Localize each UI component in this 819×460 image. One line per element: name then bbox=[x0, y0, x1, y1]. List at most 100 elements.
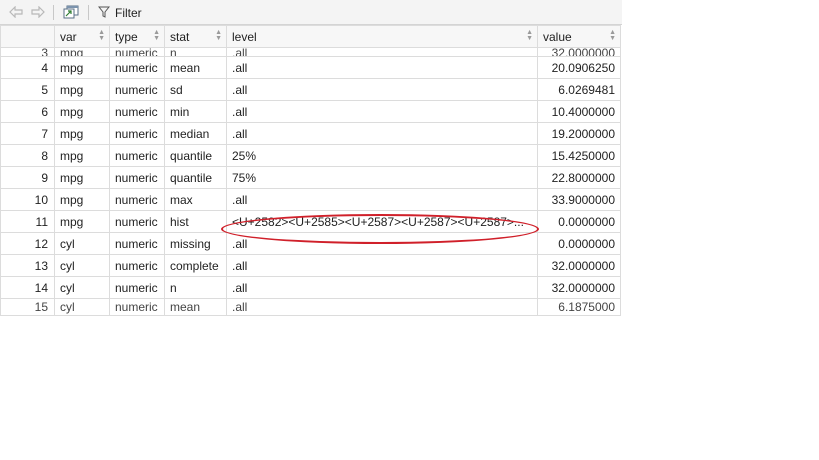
row-number: 8 bbox=[0, 144, 55, 167]
table-row[interactable]: 15 cyl numeric mean .all 6.1875000 bbox=[0, 298, 621, 316]
cell-value: 22.8000000 bbox=[537, 166, 621, 189]
forward-arrow-icon bbox=[31, 6, 45, 18]
viewer-toolbar: Filter bbox=[0, 0, 622, 25]
cell-var: mpg bbox=[54, 210, 110, 233]
cell-type: numeric bbox=[109, 56, 165, 79]
table-row[interactable]: 6 mpg numeric min .all 10.4000000 bbox=[0, 100, 621, 123]
cell-stat: median bbox=[164, 122, 227, 145]
cell-var: mpg bbox=[54, 188, 110, 211]
cell-value: 10.4000000 bbox=[537, 100, 621, 123]
sort-arrows-icon[interactable]: ▲ ▼ bbox=[526, 29, 533, 42]
column-header-rownum bbox=[0, 25, 55, 48]
cell-level: .all bbox=[226, 232, 538, 255]
cell-var: cyl bbox=[54, 232, 110, 255]
cell-type: numeric bbox=[109, 210, 165, 233]
cell-stat: n bbox=[164, 47, 227, 57]
cell-level: .all bbox=[226, 100, 538, 123]
cell-stat: n bbox=[164, 276, 227, 299]
row-number: 12 bbox=[0, 232, 55, 255]
cell-stat: hist bbox=[164, 210, 227, 233]
table-row[interactable]: 7 mpg numeric median .all 19.2000000 bbox=[0, 122, 621, 145]
cell-value: 6.1875000 bbox=[537, 298, 621, 316]
cell-value: 15.4250000 bbox=[537, 144, 621, 167]
row-number: 3 bbox=[0, 47, 55, 57]
back-button[interactable] bbox=[8, 5, 24, 19]
cell-value: 32.0000000 bbox=[537, 47, 621, 57]
toolbar-separator bbox=[88, 5, 89, 20]
sort-arrows-icon[interactable]: ▲ ▼ bbox=[215, 29, 222, 42]
cell-stat: mean bbox=[164, 298, 227, 316]
row-number: 6 bbox=[0, 100, 55, 123]
column-header-value[interactable]: value ▲ ▼ bbox=[537, 25, 621, 48]
cell-value: 33.9000000 bbox=[537, 188, 621, 211]
table-row[interactable]: 9 mpg numeric quantile 75% 22.8000000 bbox=[0, 166, 621, 189]
cell-type: numeric bbox=[109, 47, 165, 57]
row-number: 15 bbox=[0, 298, 55, 316]
cell-level: 75% bbox=[226, 166, 538, 189]
cell-value: 32.0000000 bbox=[537, 276, 621, 299]
header-row: var ▲ ▼ type ▲ ▼ stat ▲ ▼ level ▲ ▼ value ▲ ▼ bbox=[0, 25, 621, 48]
cell-level: .all bbox=[226, 78, 538, 101]
cell-var: mpg bbox=[54, 47, 110, 57]
popout-button[interactable] bbox=[62, 5, 80, 19]
cell-stat: sd bbox=[164, 78, 227, 101]
back-arrow-icon bbox=[9, 6, 23, 18]
cell-type: numeric bbox=[109, 232, 165, 255]
cell-level: <U+2582><U+2585><U+2587><U+2587><U+2587>… bbox=[226, 210, 538, 233]
table-row[interactable]: 4 mpg numeric mean .all 20.0906250 bbox=[0, 56, 621, 79]
toolbar-separator bbox=[53, 5, 54, 20]
table-row[interactable]: 8 mpg numeric quantile 25% 15.4250000 bbox=[0, 144, 621, 167]
cell-value: 32.0000000 bbox=[537, 254, 621, 277]
table-row[interactable]: 11 mpg numeric hist <U+2582><U+2585><U+2… bbox=[0, 210, 621, 233]
sort-arrows-icon[interactable]: ▲ ▼ bbox=[609, 29, 616, 42]
cell-level: .all bbox=[226, 122, 538, 145]
filter-label[interactable]: Filter bbox=[115, 6, 142, 20]
cell-level: 25% bbox=[226, 144, 538, 167]
cell-type: numeric bbox=[109, 276, 165, 299]
sort-arrows-icon[interactable]: ▲ ▼ bbox=[153, 29, 160, 42]
cell-value: 19.2000000 bbox=[537, 122, 621, 145]
row-number: 14 bbox=[0, 276, 55, 299]
cell-level: .all bbox=[226, 56, 538, 79]
cell-value: 20.0906250 bbox=[537, 56, 621, 79]
popout-window-icon bbox=[63, 5, 79, 19]
column-header-type[interactable]: type ▲ ▼ bbox=[109, 25, 165, 48]
cell-type: numeric bbox=[109, 122, 165, 145]
row-number: 4 bbox=[0, 56, 55, 79]
table-row[interactable]: 3 mpg numeric n .all 32.0000000 bbox=[0, 47, 621, 57]
table-row[interactable]: 10 mpg numeric max .all 33.9000000 bbox=[0, 188, 621, 211]
cell-level: .all bbox=[226, 254, 538, 277]
cell-value: 6.0269481 bbox=[537, 78, 621, 101]
sort-arrows-icon[interactable]: ▲ ▼ bbox=[98, 29, 105, 42]
cell-level: .all bbox=[226, 276, 538, 299]
data-grid[interactable]: var ▲ ▼ type ▲ ▼ stat ▲ ▼ level ▲ ▼ value ▲ ▼ 3 mp… bbox=[0, 25, 622, 318]
column-header-stat[interactable]: stat ▲ ▼ bbox=[164, 25, 227, 48]
cell-stat: complete bbox=[164, 254, 227, 277]
filter-button[interactable] bbox=[97, 5, 111, 19]
cell-type: numeric bbox=[109, 144, 165, 167]
cell-type: numeric bbox=[109, 298, 165, 316]
cell-value: 0.0000000 bbox=[537, 232, 621, 255]
cell-var: mpg bbox=[54, 144, 110, 167]
cell-stat: quantile bbox=[164, 166, 227, 189]
row-number: 13 bbox=[0, 254, 55, 277]
table-row[interactable]: 12 cyl numeric missing .all 0.0000000 bbox=[0, 232, 621, 255]
cell-stat: min bbox=[164, 100, 227, 123]
table-row[interactable]: 14 cyl numeric n .all 32.0000000 bbox=[0, 276, 621, 299]
cell-var: mpg bbox=[54, 56, 110, 79]
cell-stat: missing bbox=[164, 232, 227, 255]
cell-var: mpg bbox=[54, 122, 110, 145]
data-viewer: Filter var ▲ ▼ type ▲ ▼ stat ▲ ▼ level ▲ ▼ value… bbox=[0, 0, 622, 318]
cell-type: numeric bbox=[109, 188, 165, 211]
table-row[interactable]: 13 cyl numeric complete .all 32.0000000 bbox=[0, 254, 621, 277]
column-header-level[interactable]: level ▲ ▼ bbox=[226, 25, 538, 48]
row-number: 9 bbox=[0, 166, 55, 189]
row-number: 10 bbox=[0, 188, 55, 211]
forward-button[interactable] bbox=[30, 5, 46, 19]
cell-var: mpg bbox=[54, 78, 110, 101]
cell-value: 0.0000000 bbox=[537, 210, 621, 233]
cell-type: numeric bbox=[109, 100, 165, 123]
table-row[interactable]: 5 mpg numeric sd .all 6.0269481 bbox=[0, 78, 621, 101]
cell-level: .all bbox=[226, 188, 538, 211]
column-header-var[interactable]: var ▲ ▼ bbox=[54, 25, 110, 48]
